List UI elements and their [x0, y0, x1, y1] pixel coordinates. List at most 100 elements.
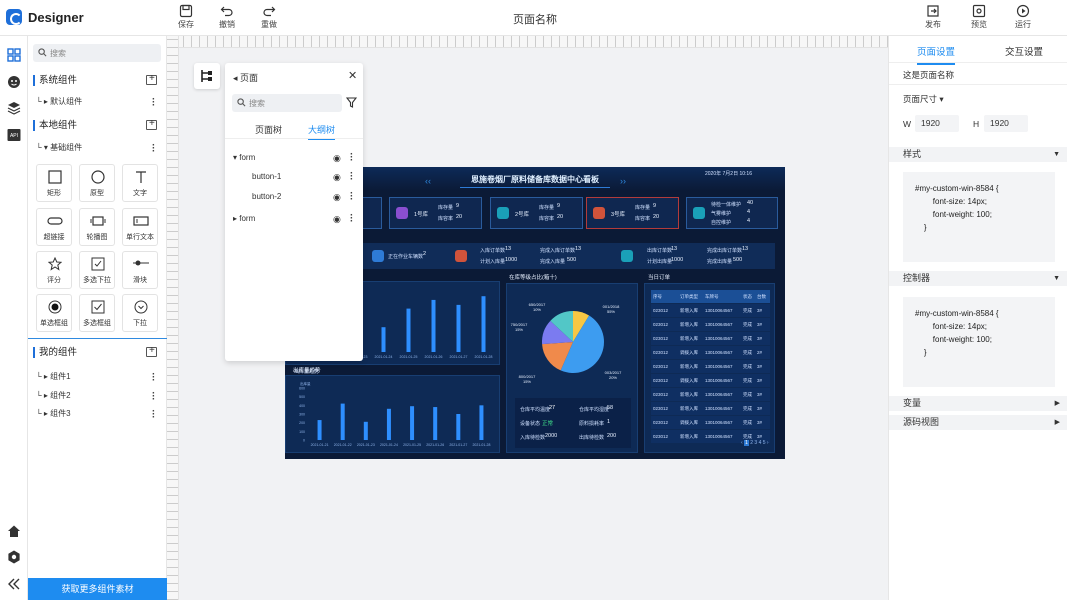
component-carousel[interactable]: 轮播图 [79, 208, 115, 246]
add-folder-icon[interactable] [146, 345, 157, 357]
collapse-icon[interactable] [7, 577, 21, 591]
my-component-item[interactable]: └ ▸ 组件3 [36, 408, 71, 419]
y-tick-label: 100 [299, 430, 305, 434]
more-icon[interactable]: · · · [152, 141, 155, 157]
tree-node[interactable]: button-1 [252, 172, 281, 181]
eye-icon[interactable]: ◉ [333, 192, 341, 203]
save-button[interactable]: 保存 [173, 4, 199, 30]
more-icon[interactable]: · · · [350, 211, 353, 227]
controller-section-header[interactable]: 控制器 ▼ [889, 271, 1067, 286]
search-icon [38, 48, 47, 57]
component-slider[interactable]: 滑块 [122, 251, 158, 289]
component-input[interactable]: 单行文本 [122, 208, 158, 246]
api-icon[interactable]: API [7, 128, 21, 142]
more-icon[interactable]: · · · [350, 169, 353, 185]
component-checkbox-group[interactable]: 多选框组 [79, 294, 115, 332]
more-icon[interactable]: · · · [350, 150, 353, 166]
tree-header[interactable]: ◂ 页面 [233, 71, 258, 84]
basic-group[interactable]: └ ▾ 基础组件 [36, 142, 82, 153]
tab-interaction-settings[interactable]: 交互设置 [1005, 44, 1043, 58]
system-components-title: 系统组件 [33, 75, 77, 86]
add-folder-icon[interactable] [146, 73, 157, 85]
table-cell: 023012 [653, 350, 669, 355]
home-icon[interactable] [7, 524, 21, 538]
text-icon [136, 171, 146, 183]
app-brand: Designer [28, 10, 84, 25]
app-logo-icon [6, 9, 22, 25]
component-rectangle[interactable]: 矩形 [36, 164, 72, 202]
bar [456, 304, 461, 352]
page-size-dropdown[interactable]: 页面尺寸 ▾ [903, 93, 944, 105]
component-multiselect[interactable]: 多选下拉 [79, 251, 115, 289]
bar [481, 296, 486, 352]
add-folder-icon[interactable] [146, 118, 157, 130]
component-circle[interactable]: 原型 [79, 164, 115, 202]
x-tick-label: 2021-01-21 [311, 443, 329, 447]
component-radio-group[interactable]: 单选框组 [36, 294, 72, 332]
filter-icon[interactable] [346, 97, 357, 108]
get-more-components-button[interactable]: 获取更多组件素材 [28, 578, 167, 600]
component-text[interactable]: 文字 [122, 164, 158, 202]
variables-section-header[interactable]: 变量 ▶ [889, 396, 1067, 411]
width-input[interactable]: 1920 [915, 115, 959, 132]
tree-node[interactable]: ▾ form [233, 153, 255, 162]
more-icon[interactable]: · · · [152, 407, 155, 423]
my-component-item[interactable]: └ ▸ 组件1 [36, 371, 71, 382]
component-rating[interactable]: 评分 [36, 251, 72, 289]
component-search-input[interactable]: 搜索 [33, 44, 161, 62]
component-link[interactable]: 超链接 [36, 208, 72, 246]
my-component-item[interactable]: └ ▸ 组件2 [36, 390, 71, 401]
settings-icon[interactable] [7, 550, 21, 564]
style-code-editor[interactable]: #my-custom-win-8584 { font-size: 14px; f… [903, 172, 1055, 262]
table-cell: 3# [757, 392, 763, 397]
emoji-icon[interactable] [7, 75, 21, 89]
bar [386, 408, 391, 440]
table-cell: 023012 [653, 336, 669, 341]
more-icon[interactable]: · · · [350, 189, 353, 205]
table-cell: 023012 [653, 434, 669, 439]
preview-icon [972, 4, 986, 18]
undo-button[interactable]: 撤销 [214, 4, 240, 30]
eye-icon[interactable]: ◉ [333, 153, 341, 164]
table-cell: 订单类型 [680, 293, 698, 299]
x-tick-label: 2021-01-25 [400, 355, 418, 359]
more-icon[interactable]: · · · [152, 389, 155, 405]
component-dropdown[interactable]: 下拉 [122, 294, 158, 332]
inventory-pie-chart: 650/201710%001/201855%750/201715%800/201… [511, 302, 622, 384]
x-tick-label: 2021-01-24 [375, 355, 393, 359]
publish-button[interactable]: 发布 [920, 4, 946, 30]
controller-code-editor[interactable]: #my-custom-win-8584 { font-size: 14px; f… [903, 297, 1055, 387]
more-icon[interactable]: · · · [152, 95, 155, 111]
source-view-section-header[interactable]: 源码视图 ▶ [889, 415, 1067, 430]
table-cell: 3# [757, 336, 763, 341]
undo-icon [220, 6, 233, 17]
link-icon [47, 217, 63, 225]
section-divider [28, 338, 167, 339]
preview-button[interactable]: 预览 [966, 4, 992, 30]
tree-toggle-button[interactable] [194, 63, 220, 89]
inbound-icon [455, 250, 467, 262]
tree-search-input[interactable]: 搜索 [232, 94, 342, 112]
search-icon [237, 98, 246, 107]
pagination[interactable]: ‹ 1 2 3 4 5 › [741, 440, 769, 446]
height-input[interactable]: 1920 [984, 115, 1028, 132]
x-tick-label: 2021-01-22 [334, 443, 352, 447]
close-icon[interactable]: ✕ [348, 69, 357, 82]
save-icon [179, 4, 193, 18]
eye-icon[interactable]: ◉ [333, 172, 341, 183]
pie-percent: 20% [609, 375, 617, 380]
tree-node[interactable]: ▸ form [233, 214, 255, 223]
warehouse-icon [593, 207, 605, 219]
layers-icon[interactable] [7, 101, 21, 115]
eye-icon[interactable]: ◉ [333, 214, 341, 225]
run-button[interactable]: 运行 [1010, 4, 1036, 30]
default-group[interactable]: └ ▸ 默认组件 [36, 96, 82, 107]
components-icon[interactable] [7, 48, 21, 62]
x-tick-label: 2021-01-27 [450, 355, 468, 359]
more-icon[interactable]: · · · [152, 370, 155, 386]
style-section-header[interactable]: 样式 ▼ [889, 147, 1067, 162]
tree-node[interactable]: button-2 [252, 192, 281, 201]
redo-button[interactable]: 重做 [256, 4, 282, 30]
star-icon [48, 257, 62, 271]
tab-page-tree[interactable]: 页面树 [255, 123, 282, 136]
